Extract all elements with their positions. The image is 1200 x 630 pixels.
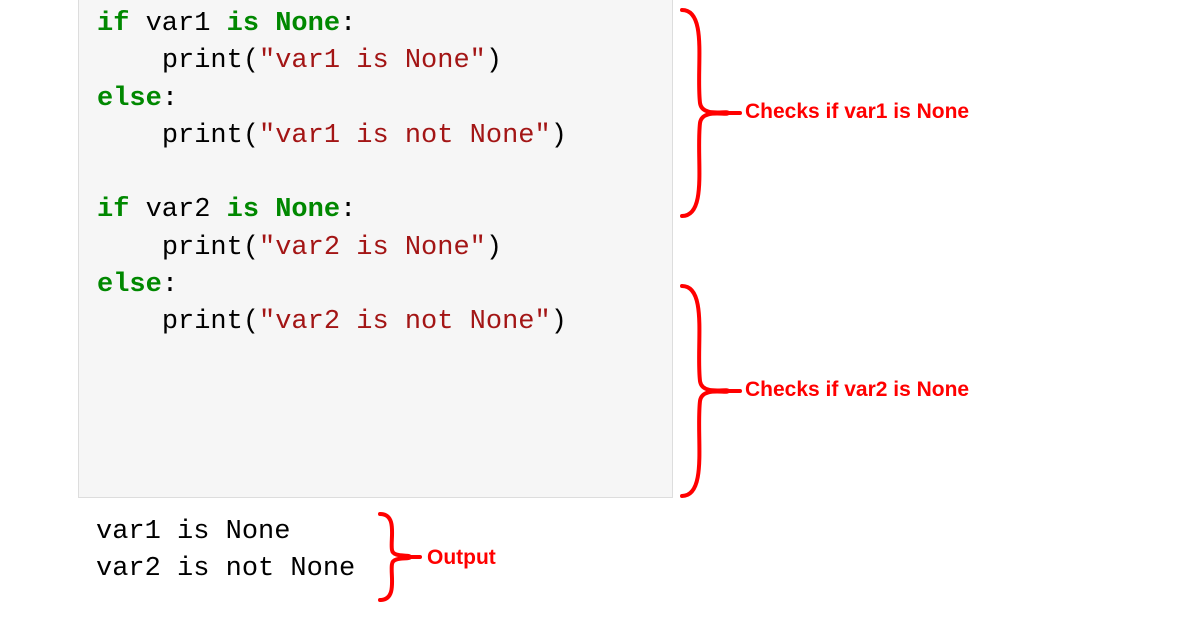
output-line: var1 is None (96, 517, 290, 547)
output-block: var1 is None var2 is not None (96, 514, 355, 589)
colon: : (340, 195, 356, 225)
figure: { "code": { "block1": { "line1": {"kw_if… (0, 0, 1200, 630)
kw-else: else (97, 270, 162, 300)
kw-if: if (97, 9, 129, 39)
paren: ( (243, 121, 259, 151)
kw-else: else (97, 84, 162, 114)
string: "var1 is None" (259, 46, 486, 76)
paren: ( (243, 46, 259, 76)
kw-is: is (227, 195, 259, 225)
kw-is: is (227, 9, 259, 39)
var: var1 (146, 9, 211, 39)
kw-none: None (275, 195, 340, 225)
output-line: var2 is not None (96, 554, 355, 584)
paren: ) (486, 46, 502, 76)
string: "var1 is not None" (259, 121, 551, 151)
paren: ) (551, 121, 567, 151)
colon: : (162, 84, 178, 114)
paren: ( (243, 307, 259, 337)
string: "var2 is not None" (259, 307, 551, 337)
code-block: if var1 is None: print("var1 is None") e… (78, 0, 673, 498)
kw-if: if (97, 195, 129, 225)
paren: ) (551, 307, 567, 337)
brace-icon (680, 284, 740, 498)
paren: ( (243, 233, 259, 263)
colon: : (162, 270, 178, 300)
fn-print: print (162, 46, 243, 76)
string: "var2 is None" (259, 233, 486, 263)
fn-print: print (162, 233, 243, 263)
fn-print: print (162, 307, 243, 337)
var: var2 (146, 195, 211, 225)
brace-icon (378, 512, 420, 602)
annotation-label: Checks if var1 is None (745, 100, 969, 124)
code-text: if var1 is None: print("var1 is None") e… (79, 0, 672, 341)
kw-none: None (275, 9, 340, 39)
fn-print: print (162, 121, 243, 151)
colon: : (340, 9, 356, 39)
annotation-label: Checks if var2 is None (745, 378, 969, 402)
brace-icon (680, 8, 740, 218)
annotation-label: Output (427, 546, 496, 570)
paren: ) (486, 233, 502, 263)
